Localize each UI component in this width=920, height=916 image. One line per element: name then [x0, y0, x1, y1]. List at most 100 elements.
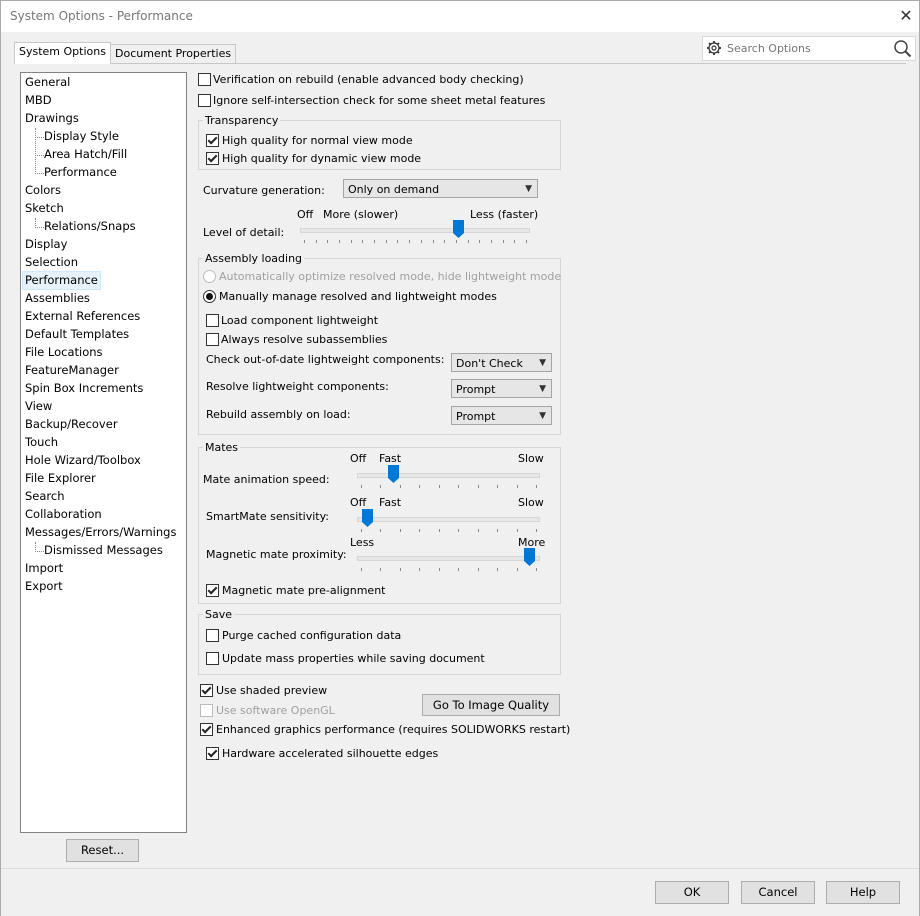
slider-track — [357, 473, 540, 478]
slider-thumb[interactable] — [362, 509, 373, 527]
hq-normal-checkbox[interactable] — [206, 134, 219, 147]
curvature-dropdown[interactable]: Only on demand ▼ — [343, 179, 538, 198]
close-icon[interactable]: ✕ — [897, 6, 915, 25]
slider-tick — [327, 240, 328, 243]
update-mass-checkbox[interactable] — [206, 652, 219, 665]
go-to-image-quality-button[interactable]: Go To Image Quality — [422, 694, 560, 716]
cancel-button[interactable]: Cancel — [741, 881, 815, 904]
slider-tick — [362, 240, 363, 243]
shaded-preview-checkbox[interactable] — [200, 684, 213, 697]
rebuild-on-load-value: Prompt — [456, 410, 496, 423]
tree-connector — [35, 137, 44, 156]
ok-button[interactable]: OK — [655, 881, 729, 904]
slider-tick — [374, 240, 375, 243]
slider-tick — [503, 240, 504, 243]
update-mass-label: Update mass properties while saving docu… — [222, 652, 485, 665]
manual-manage-radio[interactable] — [203, 290, 216, 303]
nav-item-spin-box-increments[interactable]: Spin Box Increments — [25, 380, 143, 397]
mate-anim-slider[interactable] — [357, 465, 540, 492]
enhanced-graphics-checkbox[interactable] — [200, 723, 213, 736]
smartmate-slider[interactable] — [357, 509, 540, 536]
magnetic-proximity-label: Magnetic mate proximity: — [206, 548, 347, 561]
nav-item-dismissed-messages[interactable]: Dismissed Messages — [44, 542, 163, 559]
resolve-lightweight-dropdown[interactable]: Prompt ▼ — [451, 379, 552, 398]
save-group — [198, 614, 561, 675]
search-box[interactable] — [702, 36, 916, 61]
magnetic-proximity-slider[interactable] — [357, 548, 540, 576]
hq-dynamic-checkbox[interactable] — [206, 152, 219, 165]
options-tree[interactable]: General MBD Drawings Display Style Area Hatc… — [20, 72, 187, 833]
nav-item-touch[interactable]: Touch — [25, 434, 58, 451]
nav-item-performance[interactable]: Performance — [44, 164, 117, 181]
tab-document-properties[interactable]: Document Properties — [110, 44, 237, 64]
slider-tick — [316, 240, 317, 243]
check-ood-dropdown[interactable]: Don't Check ▼ — [451, 353, 552, 372]
nav-item-mbd[interactable]: MBD — [25, 92, 52, 109]
nav-item-file-locations[interactable]: File Locations — [25, 344, 103, 361]
nav-item-backup-recover[interactable]: Backup/Recover — [25, 416, 118, 433]
nav-item-display[interactable]: Display — [25, 236, 67, 253]
mates-title: Mates — [203, 441, 241, 454]
always-resolve-label: Always resolve subassemblies — [221, 333, 388, 346]
nav-item-view[interactable]: View — [25, 398, 52, 415]
search-icon[interactable] — [893, 39, 912, 58]
tab-system-options[interactable]: System Options — [14, 42, 111, 64]
slider-tick — [517, 529, 518, 532]
slider-track — [300, 228, 530, 233]
nav-item-default-templates[interactable]: Default Templates — [25, 326, 129, 343]
help-button[interactable]: Help — [826, 881, 900, 904]
silhouette-edges-checkbox[interactable] — [206, 747, 219, 760]
slider-thumb[interactable] — [388, 465, 399, 483]
slider-tick — [400, 485, 401, 488]
nav-item-import[interactable]: Import — [25, 560, 63, 577]
nav-item-drawings[interactable]: Drawings — [25, 110, 79, 127]
nav-item-assemblies[interactable]: Assemblies — [25, 290, 90, 307]
slider-tick — [458, 529, 459, 532]
always-resolve-checkbox[interactable] — [206, 333, 219, 346]
slider-tick — [419, 568, 420, 571]
load-lightweight-label: Load component lightweight — [221, 314, 379, 327]
nav-item-colors[interactable]: Colors — [25, 182, 61, 199]
slider-thumb[interactable] — [524, 548, 535, 566]
enhanced-graphics-label: Enhanced graphics performance (requires … — [216, 723, 571, 736]
slider-tick — [380, 529, 381, 532]
software-opengl-checkbox[interactable] — [200, 704, 213, 717]
smart-fast-label: Fast — [379, 496, 402, 509]
slider-tick — [526, 240, 527, 243]
prealign-label: Magnetic mate pre-alignment — [222, 584, 386, 597]
resolve-lightweight-value: Prompt — [456, 383, 496, 396]
prealign-checkbox[interactable] — [206, 584, 219, 597]
reset-button[interactable]: Reset... — [66, 839, 139, 862]
nav-item-display-style[interactable]: Display Style — [44, 128, 119, 145]
nav-item-external-references[interactable]: External References — [25, 308, 140, 325]
nav-item-featuremanager[interactable]: FeatureManager — [25, 362, 119, 379]
nav-item-file-explorer[interactable]: File Explorer — [25, 470, 96, 487]
purge-cache-checkbox[interactable] — [206, 629, 219, 642]
nav-item-export[interactable]: Export — [25, 578, 63, 595]
lod-slider[interactable] — [300, 220, 530, 244]
slider-tick — [386, 240, 387, 243]
nav-item-sketch[interactable]: Sketch — [25, 200, 64, 217]
check-ood-value: Don't Check — [456, 357, 523, 370]
slider-tick — [497, 529, 498, 532]
transparency-title: Transparency — [203, 114, 281, 127]
nav-item-collaboration[interactable]: Collaboration — [25, 506, 102, 523]
nav-item-area-hatch-fill[interactable]: Area Hatch/Fill — [44, 146, 127, 163]
nav-item-performance[interactable]: Performance — [22, 271, 101, 290]
nav-item-general[interactable]: General — [25, 74, 70, 91]
nav-item-messages-errors-warnings[interactable]: Messages/Errors/Warnings — [25, 524, 176, 541]
chevron-down-icon: ▼ — [539, 358, 546, 368]
nav-item-relations-snaps[interactable]: Relations/Snaps — [44, 218, 136, 235]
load-lightweight-checkbox[interactable] — [206, 314, 219, 327]
rebuild-on-load-dropdown[interactable]: Prompt ▼ — [451, 406, 552, 425]
nav-item-search[interactable]: Search — [25, 488, 65, 505]
nav-item-selection[interactable]: Selection — [25, 254, 78, 271]
slider-thumb[interactable] — [453, 220, 464, 238]
auto-optimize-radio[interactable] — [203, 270, 216, 283]
nav-item-hole-wizard-toolbox[interactable]: Hole Wizard/Toolbox — [25, 452, 141, 469]
slider-tick — [456, 240, 457, 243]
verification-checkbox[interactable] — [198, 73, 211, 86]
search-input[interactable] — [725, 39, 889, 58]
slider-tick — [491, 240, 492, 243]
ignore-self-intersection-checkbox[interactable] — [198, 94, 211, 107]
